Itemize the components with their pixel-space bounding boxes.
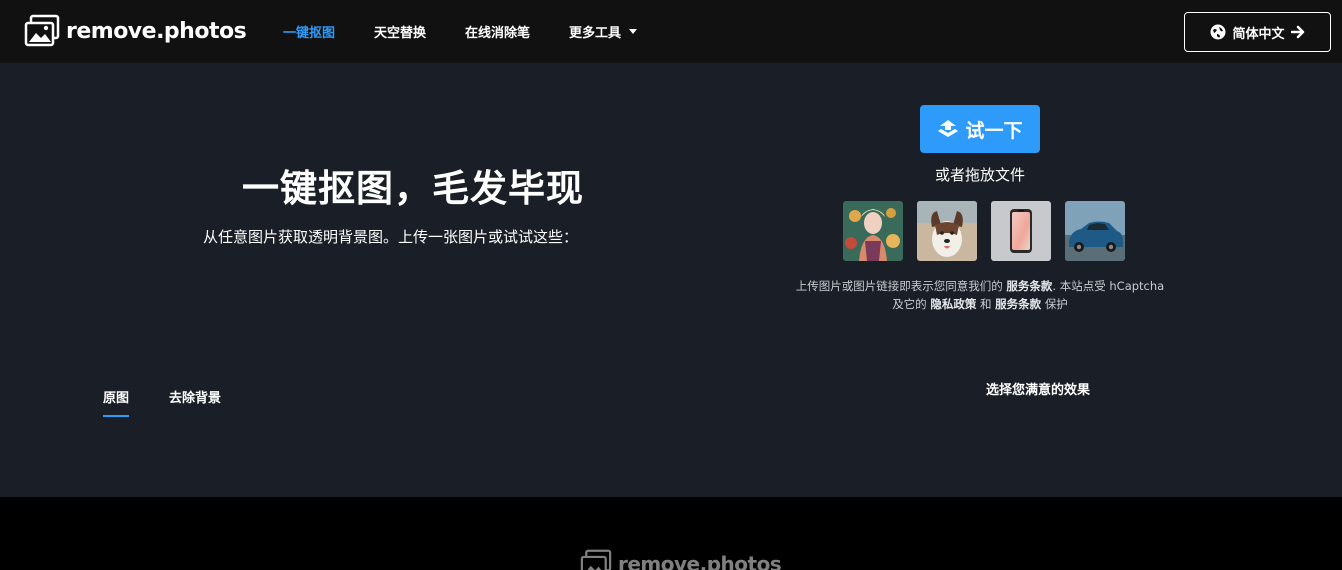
- legal-text: 和: [980, 297, 992, 311]
- brand-logo[interactable]: remove.photos: [24, 14, 247, 48]
- choose-effect-label: 选择您满意的效果: [986, 383, 1091, 398]
- legal-notice: 上传图片或图片链接即表示您同意我们的 服务条款. 本站点受 hCaptcha 及…: [770, 277, 1190, 313]
- sample-images: [843, 201, 1139, 261]
- tab-original[interactable]: 原图: [103, 387, 130, 417]
- upload-stack-icon: [937, 119, 959, 139]
- nav-item-matting[interactable]: 一键抠图: [283, 22, 335, 41]
- photos-logo-icon: [580, 549, 612, 570]
- terms-link[interactable]: 服务条款: [1006, 279, 1052, 293]
- nav-item-label: 一键抠图: [283, 26, 336, 41]
- legal-text: 保护: [1044, 297, 1068, 311]
- upload-button-label: 试一下: [965, 119, 1023, 142]
- nav-item-eraser[interactable]: 在线消除笔: [465, 22, 530, 41]
- hero-subtitle: 从任意图片获取透明背景图。上传一张图片或试试这些：: [203, 228, 579, 246]
- top-navbar: remove.photos 一键抠图 天空替换 在线消除笔 更多工具 简体中文: [0, 0, 1342, 63]
- brand-name: remove.photos: [66, 18, 247, 44]
- arrow-right-icon: [1290, 25, 1305, 39]
- footer: remove.photos: [0, 497, 1342, 570]
- photos-logo-icon: [24, 14, 60, 47]
- nav-item-sky-replace[interactable]: 天空替换: [374, 22, 426, 41]
- legal-text: . 本站点受 hCaptcha: [1052, 279, 1165, 293]
- language-button[interactable]: 简体中文: [1184, 12, 1331, 52]
- drop-hint: 或者拖放文件: [934, 166, 1025, 184]
- language-label: 简体中文: [1232, 26, 1285, 42]
- nav-item-label: 天空替换: [374, 26, 427, 41]
- sample-car[interactable]: [1065, 201, 1125, 261]
- hcaptcha-privacy-link[interactable]: 隐私政策: [930, 297, 976, 311]
- nav-item-label: 在线消除笔: [465, 26, 531, 41]
- nav-item-more-tools[interactable]: 更多工具: [569, 22, 638, 41]
- legal-text: 上传图片或图片链接即表示您同意我们的: [795, 279, 1003, 293]
- globe-icon: [1210, 24, 1226, 40]
- sample-phone[interactable]: [991, 201, 1051, 261]
- upload-button[interactable]: 试一下: [920, 105, 1040, 153]
- nav-item-label: 更多工具: [569, 26, 622, 41]
- legal-text: 及它的: [892, 297, 927, 311]
- main-nav: 一键抠图 天空替换 在线消除笔 更多工具: [283, 0, 676, 63]
- result-tabs: 原图 去除背景: [103, 387, 261, 417]
- caret-down-icon: [629, 29, 638, 34]
- footer-logo[interactable]: remove.photos: [580, 549, 782, 570]
- footer-brand-name: remove.photos: [618, 552, 782, 570]
- hcaptcha-terms-link[interactable]: 服务条款: [995, 297, 1041, 311]
- tab-remove-background[interactable]: 去除背景: [169, 387, 221, 417]
- sample-dog[interactable]: [917, 201, 977, 261]
- sample-portrait[interactable]: [843, 201, 903, 261]
- hero-title: 一键抠图，毛发毕现: [242, 167, 584, 210]
